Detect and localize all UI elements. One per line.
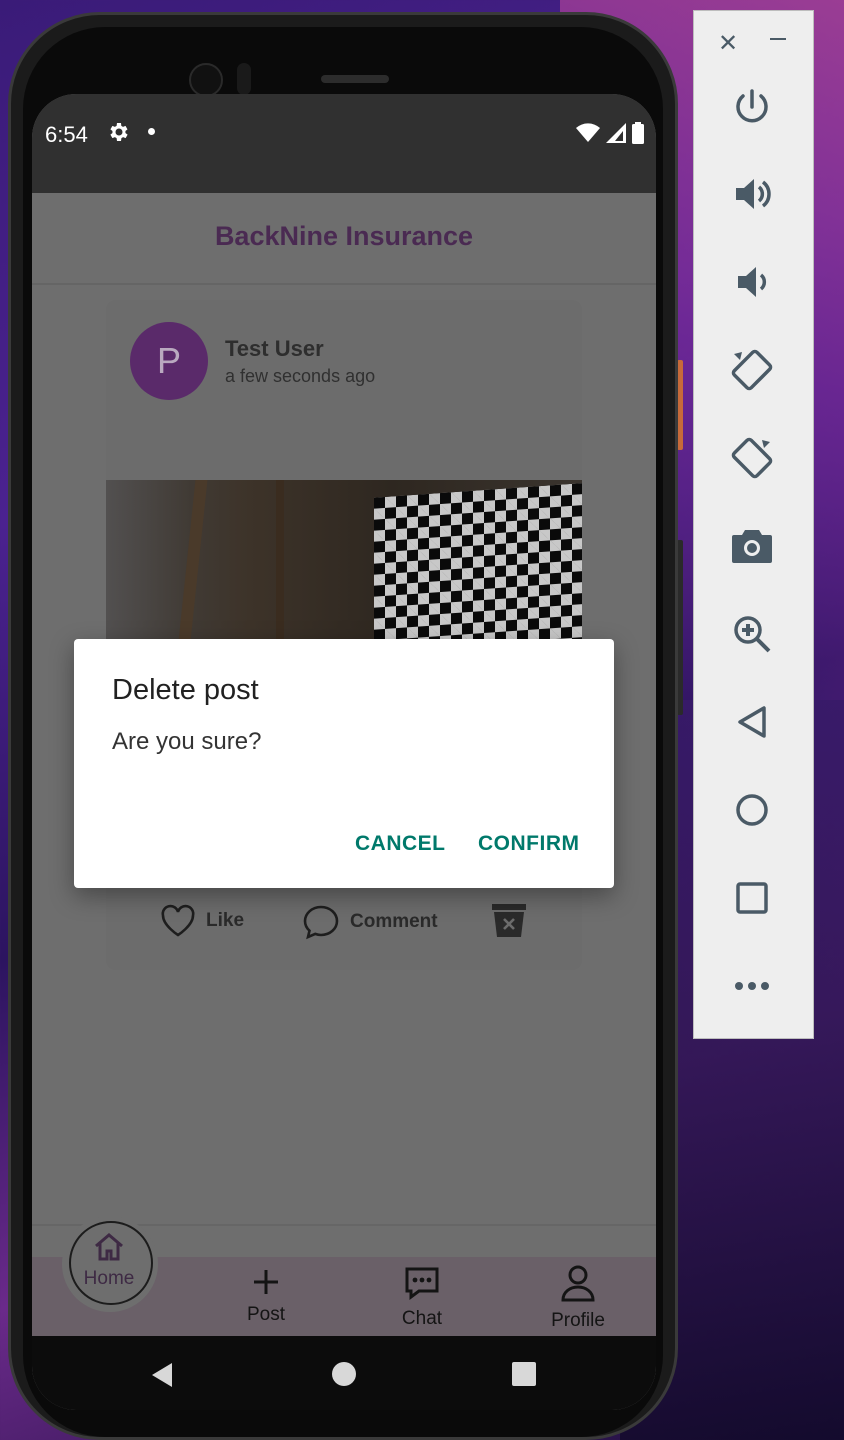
status-time: 6:54 xyxy=(45,122,88,147)
post-author-name: Test User xyxy=(225,336,324,361)
proximity-sensor xyxy=(237,63,251,95)
wifi-icon xyxy=(576,123,600,142)
battery-icon xyxy=(632,122,644,144)
more-icon[interactable] xyxy=(724,958,780,1014)
notification-dot-icon xyxy=(148,128,155,135)
system-back-icon[interactable] xyxy=(150,1362,174,1388)
nav-label-profile: Profile xyxy=(551,1310,605,1331)
nav-item-post[interactable]: Post xyxy=(226,1268,306,1326)
post-actions: Like Comment xyxy=(106,900,582,956)
status-bar: 6:54 xyxy=(32,94,656,193)
system-overview-icon[interactable] xyxy=(512,1362,536,1386)
bookshelf-post xyxy=(276,480,284,660)
rotate-right-icon[interactable] xyxy=(724,430,780,486)
rotate-left-icon[interactable] xyxy=(724,342,780,398)
volume-down-icon[interactable] xyxy=(724,254,780,310)
checkerboard-panel xyxy=(374,482,582,660)
heart-icon xyxy=(161,904,195,937)
system-navigation-bar xyxy=(32,1336,656,1410)
zoom-icon[interactable] xyxy=(724,606,780,662)
back-icon[interactable] xyxy=(724,694,780,750)
power-icon[interactable] xyxy=(724,79,780,135)
volume-up-icon[interactable] xyxy=(724,166,780,222)
chat-icon xyxy=(405,1267,439,1300)
cancel-button[interactable]: CANCEL xyxy=(355,832,446,856)
system-home-icon[interactable] xyxy=(332,1362,356,1386)
comment-label: Comment xyxy=(350,911,438,932)
post-timestamp: a few seconds ago xyxy=(225,366,376,386)
confirm-button[interactable]: CONFIRM xyxy=(478,832,580,856)
front-camera xyxy=(189,63,223,97)
minimize-icon[interactable] xyxy=(770,38,786,40)
home-icon xyxy=(95,1233,123,1261)
delete-post-dialog: Delete post Are you sure? CANCEL CONFIRM xyxy=(74,639,614,888)
emulator-toolbar: ✕ xyxy=(693,10,814,1039)
nav-item-home[interactable]: Home xyxy=(69,1232,149,1290)
signal-icon xyxy=(606,123,626,143)
bookshelf-ladder xyxy=(176,480,208,660)
home-icon[interactable] xyxy=(724,782,780,838)
trash-icon xyxy=(492,904,526,937)
earpiece-speaker xyxy=(321,75,389,83)
comment-bubble-icon xyxy=(303,905,339,940)
post-image xyxy=(106,480,582,660)
nav-item-chat[interactable]: Chat xyxy=(382,1266,462,1330)
like-label: Like xyxy=(206,910,245,931)
dialog-message: Are you sure? xyxy=(112,728,262,755)
nav-label-home: Home xyxy=(83,1268,135,1289)
app-header: BackNine Insurance xyxy=(32,193,656,285)
close-icon[interactable]: ✕ xyxy=(718,29,738,58)
nav-item-profile[interactable]: Profile xyxy=(538,1264,618,1332)
nav-label-post: Post xyxy=(246,1304,286,1325)
status-indicators xyxy=(576,122,644,144)
like-button[interactable]: Like xyxy=(160,904,244,938)
nav-label-chat: Chat xyxy=(401,1308,443,1329)
dialog-title: Delete post xyxy=(112,674,259,706)
app-title: BackNine Insurance xyxy=(214,221,474,251)
overview-icon[interactable] xyxy=(724,870,780,926)
person-icon xyxy=(561,1265,595,1302)
plus-icon xyxy=(254,1270,278,1294)
settings-gear-icon xyxy=(106,120,130,150)
comment-button[interactable]: Comment xyxy=(302,904,438,940)
delete-post-button[interactable] xyxy=(490,902,528,938)
avatar[interactable]: P xyxy=(130,322,208,400)
camera-icon[interactable] xyxy=(724,518,780,574)
